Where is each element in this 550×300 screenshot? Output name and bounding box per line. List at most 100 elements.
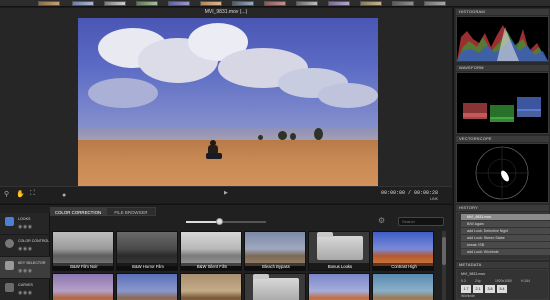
folder-icon bbox=[317, 232, 363, 260]
slider-knob[interactable] bbox=[216, 218, 224, 225]
strip-thumb[interactable] bbox=[328, 1, 350, 6]
look-preview-image bbox=[181, 274, 241, 300]
sidebar-item-curves[interactable]: CURVES ◉◉◉ bbox=[0, 279, 50, 300]
look-thumbnail[interactable] bbox=[372, 273, 434, 300]
look-preview-image bbox=[117, 274, 177, 300]
video-frame[interactable] bbox=[78, 18, 378, 194]
history-item[interactable]: add Look: Stereo Stabe bbox=[461, 235, 550, 241]
sidebar-item-color-control[interactable]: COLOR CONTROL ◉◉◉ bbox=[0, 235, 50, 257]
timecode-display: 00:00:00 / 00:00:28 bbox=[380, 190, 438, 196]
clip-title: MVI_9831.mov (...) bbox=[204, 9, 248, 15]
video-viewer: MVI_9831.mov (...) bbox=[0, 8, 452, 194]
look-folder[interactable]: Bonus Looks bbox=[308, 231, 370, 271]
library-settings-icon[interactable]: ⚙ bbox=[378, 216, 385, 225]
video-subject bbox=[206, 140, 222, 164]
look-preview-image bbox=[373, 274, 433, 300]
metadata-row: 5.3 24p 1920x1080 H.264 bbox=[461, 279, 531, 283]
curves-icon bbox=[5, 283, 14, 292]
looks-library: COLOR CORRECTION FILE BROWSER LOOKS ◉◉◉ … bbox=[0, 204, 452, 300]
strip-thumb[interactable] bbox=[264, 1, 286, 6]
key-selector-icon bbox=[5, 261, 14, 270]
look-thumbnail[interactable] bbox=[116, 273, 178, 300]
look-label: Contrast High bbox=[373, 263, 433, 270]
fit-icon[interactable]: ⛶ bbox=[30, 190, 35, 198]
vectorscope-header: VECTORSCOPE bbox=[456, 136, 549, 142]
look-thumbnail[interactable]: Contrast High bbox=[372, 231, 434, 271]
sidebar-item-key-selector[interactable]: KEY SELECTOR ◉◉◉ bbox=[0, 257, 50, 279]
strip-thumb[interactable] bbox=[72, 1, 94, 6]
thumbnail-size-slider[interactable] bbox=[186, 218, 266, 225]
zoom-icon[interactable]: ⚲ bbox=[4, 190, 9, 198]
strip-thumb[interactable] bbox=[424, 1, 446, 6]
history-item[interactable]: add Look: Wichinde bbox=[461, 249, 550, 255]
looks-icon bbox=[5, 217, 14, 226]
strip-thumb[interactable] bbox=[38, 1, 60, 6]
look-thumbnail[interactable]: B&W Horror Film bbox=[116, 231, 178, 271]
look-thumbnail[interactable]: Bleach Bypass bbox=[244, 231, 306, 271]
tab-color-correction[interactable]: COLOR CORRECTION bbox=[50, 207, 106, 216]
library-search-input[interactable]: Search bbox=[398, 217, 444, 226]
strip-thumb[interactable] bbox=[136, 1, 158, 6]
look-label: B&W Horror Film bbox=[117, 263, 177, 270]
sidebar-item-looks[interactable]: LOOKS ◉◉◉ bbox=[0, 213, 50, 235]
history-item[interactable]: tweak: ISB bbox=[461, 242, 550, 248]
strip-thumb[interactable] bbox=[296, 1, 318, 6]
history-item[interactable]: add Look: Detective Night bbox=[461, 228, 550, 234]
histogram-panel bbox=[456, 16, 549, 62]
look-label: B&W Silent Film bbox=[181, 263, 241, 270]
metadata-header: METADATA bbox=[456, 262, 549, 268]
scrollbar-thumb[interactable] bbox=[442, 237, 446, 265]
color-control-icon bbox=[5, 239, 14, 248]
sidebar-dots: ◉◉◉ bbox=[18, 290, 33, 296]
metadata-filename: MVI_9831.mov bbox=[461, 272, 486, 276]
folder-icon bbox=[253, 274, 299, 300]
metadata-row: 1.7 2.1 3.8 5.4 bbox=[461, 285, 547, 293]
look-thumbnail[interactable] bbox=[308, 273, 370, 300]
video-sky bbox=[78, 18, 378, 138]
look-preview-image bbox=[53, 274, 113, 300]
look-label: B&W Film Noir bbox=[53, 263, 113, 270]
slider-fill bbox=[186, 221, 220, 223]
strip-thumb[interactable] bbox=[232, 1, 254, 6]
look-preview-image bbox=[373, 232, 433, 266]
look-preview-image bbox=[53, 232, 113, 266]
look-preview-image bbox=[117, 232, 177, 266]
sidebar-dots: ◉◉◉ bbox=[18, 246, 33, 252]
look-folder[interactable] bbox=[244, 273, 306, 300]
sidebar-dots: ◉◉◉ bbox=[18, 268, 33, 274]
history-item[interactable]: MVI_9831.mov bbox=[461, 214, 550, 220]
strip-thumb[interactable] bbox=[200, 1, 222, 6]
look-label: Bleach Bypass bbox=[245, 263, 305, 270]
strip-thumb[interactable] bbox=[360, 1, 382, 6]
hand-tool-icon[interactable]: ✋ bbox=[16, 190, 25, 198]
link-label[interactable]: LINK bbox=[430, 197, 438, 201]
look-preview-image bbox=[181, 232, 241, 266]
histogram-graph bbox=[457, 25, 548, 61]
history-item[interactable]: B/W Again bbox=[461, 221, 550, 227]
strip-thumb[interactable] bbox=[392, 1, 414, 6]
look-thumbnail[interactable] bbox=[180, 273, 242, 300]
metadata-panel: MVI_9831.mov 5.3 24p 1920x1080 H.264 1.7… bbox=[456, 269, 549, 300]
histogram-header: HISTOGRAM bbox=[456, 9, 549, 15]
strip-thumb[interactable] bbox=[104, 1, 126, 6]
library-sidebar: LOOKS ◉◉◉ COLOR CONTROL ◉◉◉ KEY SELECTOR… bbox=[0, 213, 50, 300]
waveform-panel bbox=[456, 72, 549, 134]
metadata-tail: Wichinde bbox=[461, 294, 475, 298]
playhead-icon[interactable]: ● bbox=[62, 192, 66, 199]
tab-file-browser[interactable]: FILE BROWSER bbox=[106, 207, 156, 216]
look-thumbnail[interactable]: B&W Silent Film bbox=[180, 231, 242, 271]
strip-thumb[interactable] bbox=[168, 1, 190, 6]
waveform-graph bbox=[463, 97, 541, 122]
waveform-header: WAVEFORM bbox=[456, 65, 549, 71]
history-header: HISTORY bbox=[456, 205, 549, 211]
scopes-column: HISTOGRAM WAVEFORM VECTORSCOPE HISTORY M… bbox=[453, 8, 550, 300]
look-preview-image bbox=[309, 274, 369, 300]
play-icon[interactable]: ▶ bbox=[224, 190, 228, 196]
sidebar-dots: ◉◉◉ bbox=[18, 224, 33, 230]
look-thumbnail[interactable] bbox=[52, 273, 114, 300]
look-thumbnail[interactable]: B&W Film Noir bbox=[52, 231, 114, 271]
library-scrollbar[interactable] bbox=[442, 231, 446, 300]
look-preview-image bbox=[245, 274, 305, 300]
top-thumbnail-strip bbox=[0, 0, 550, 7]
look-label: Bonus Looks bbox=[309, 263, 369, 270]
